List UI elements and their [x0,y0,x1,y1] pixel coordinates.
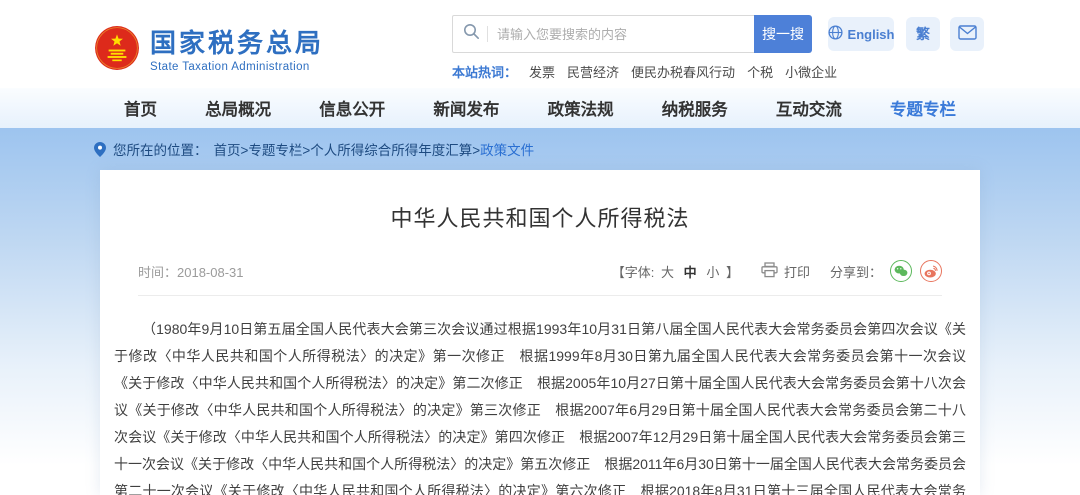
site-title: 国家税务总局 [150,28,324,58]
nav-item-interaction[interactable]: 互动交流 [776,96,842,120]
main-nav: 首页 总局概况 信息公开 新闻发布 政策法规 纳税服务 互动交流 专题专栏 [0,88,1080,128]
hotwords-row: 本站热词： 发票 民营经济 便民办税春风行动 个税 小微企业 [452,62,986,81]
search-box [452,15,754,53]
font-label-open: 【字体: [612,265,655,280]
hotword-spring-breeze[interactable]: 便民办税春风行动 [631,62,735,81]
hotword-fapiao[interactable]: 发票 [529,62,555,81]
nav-item-overview[interactable]: 总局概况 [205,96,271,120]
envelope-icon [958,25,977,43]
share-weibo-icon[interactable] [920,260,942,282]
breadcrumb-current[interactable]: 政策文件 [480,139,534,159]
printer-icon [761,262,778,281]
font-label-close: 】 [726,265,739,280]
nav-item-home[interactable]: 首页 [124,96,157,120]
national-emblem-icon [94,25,140,76]
hotword-private-economy[interactable]: 民营经济 [567,62,619,81]
article-title: 中华人民共和国个人所得税法 [114,170,966,233]
nav-item-tax-services[interactable]: 纳税服务 [662,96,728,120]
nav-item-special-topics[interactable]: 专题专栏 [890,96,956,120]
english-button[interactable]: English [828,17,894,51]
site-subtitle: State Taxation Administration [150,61,324,73]
font-size-medium[interactable]: 中 [684,265,697,280]
location-pin-icon [94,142,106,157]
hotwords-label: 本站热词： [452,62,517,81]
breadcrumb-path[interactable]: 首页>专题专栏>个人所得综合所得年度汇算> [214,139,481,159]
nav-item-news[interactable]: 新闻发布 [433,96,499,120]
font-size-large[interactable]: 大 [661,265,674,280]
print-label: 打印 [784,262,810,281]
article-body: （1980年9月10日第五届全国人民代表大会第三次会议通过根据1993年10月3… [114,316,966,495]
breadcrumb: 您所在的位置： 首页>专题专栏>个人所得综合所得年度汇算> 政策文件 [94,128,986,170]
globe-icon [828,25,843,43]
nav-item-policies[interactable]: 政策法规 [548,96,614,120]
english-label: English [848,27,895,42]
print-button[interactable]: 打印 [761,262,810,281]
search-button[interactable]: 搜一搜 [754,15,812,53]
article-meta: 时间：2018-08-31 【字体: 大 中 小 】 打印 分享到： [138,260,942,282]
hotword-small-business[interactable]: 小微企业 [785,62,837,81]
hotword-individual-tax[interactable]: 个税 [747,62,773,81]
nav-item-info-disclosure[interactable]: 信息公开 [319,96,385,120]
site-header: 国家税务总局 State Taxation Administration 搜一搜 [0,0,1080,88]
meta-divider [138,295,942,296]
site-logo[interactable]: 国家税务总局 State Taxation Administration [94,19,324,81]
publish-date: 2018-08-31 [177,265,244,280]
search-separator [487,26,488,42]
breadcrumb-label: 您所在的位置： [113,139,208,159]
share-wechat-icon[interactable] [890,260,912,282]
share-label: 分享到： [830,262,882,281]
traditional-chinese-button[interactable]: 繁 [906,17,940,51]
search-icon [463,23,480,45]
content-band: 您所在的位置： 首页>专题专栏>个人所得综合所得年度汇算> 政策文件 中华人民共… [0,128,1080,495]
font-size-control: 【字体: 大 中 小 】 [612,262,739,281]
article-card: 中华人民共和国个人所得税法 时间：2018-08-31 【字体: 大 中 小 】… [100,170,980,495]
search-input[interactable] [497,27,744,42]
font-size-small[interactable]: 小 [706,265,719,280]
mail-button[interactable] [950,17,984,51]
time-label: 时间： [138,265,177,280]
publish-time: 时间：2018-08-31 [138,262,244,281]
